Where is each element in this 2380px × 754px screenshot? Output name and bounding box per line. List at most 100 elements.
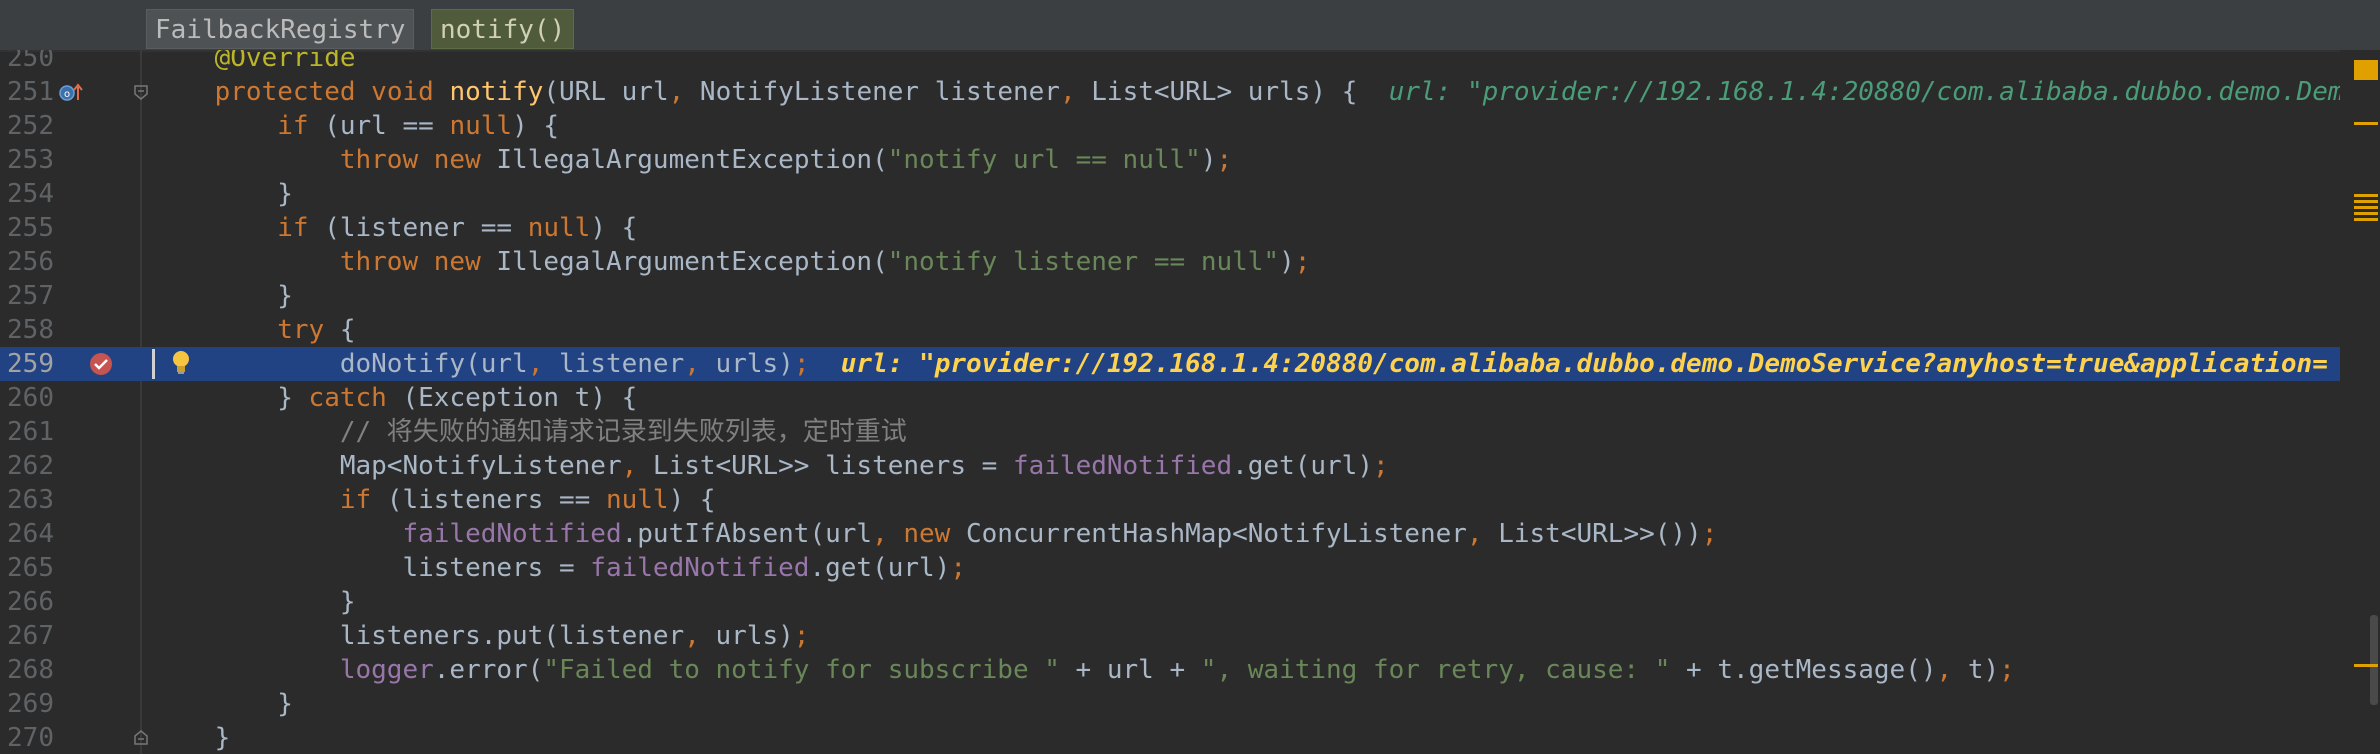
code-line[interactable]: 251 protected void notify(URL url, Notif…	[0, 75, 2380, 109]
error-stripe-marker[interactable]	[2354, 200, 2378, 203]
line-number[interactable]: 260	[0, 381, 54, 415]
code-line[interactable]: 252 if (url == null) {	[0, 109, 2380, 143]
code-token: (url ==	[308, 111, 450, 141]
code-token: null	[527, 213, 591, 243]
code-line[interactable]: 260 } catch (Exception t) {	[0, 381, 2380, 415]
code-text[interactable]: if (listeners == null) {	[152, 483, 716, 517]
breakpoint-icon[interactable]	[88, 351, 114, 381]
code-text[interactable]: }	[152, 585, 356, 619]
code-text[interactable]: }	[152, 279, 293, 313]
line-number[interactable]: 268	[0, 653, 54, 687]
code-line[interactable]: 264 failedNotified.putIfAbsent(url, new …	[0, 517, 2380, 551]
code-line[interactable]: 270 }	[0, 721, 2380, 754]
code-token: }	[152, 383, 309, 413]
code-text[interactable]: @Override	[152, 50, 356, 75]
code-line[interactable]: 268 logger.error("Failed to notify for s…	[0, 653, 2380, 687]
code-line[interactable]: 261 // 将失败的通知请求记录到失败列表，定时重试	[0, 415, 2380, 449]
line-number[interactable]: 266	[0, 585, 54, 619]
code-token: ) {	[512, 111, 560, 141]
code-text[interactable]: listeners = failedNotified.get(url);	[152, 551, 966, 585]
code-text[interactable]: failedNotified.putIfAbsent(url, new Conc…	[152, 517, 1717, 551]
code-text[interactable]: Map<NotifyListener, List<URL>> listeners…	[152, 449, 1389, 483]
scrollbar-thumb[interactable]	[2370, 615, 2378, 705]
code-token: ,	[684, 349, 700, 379]
code-line[interactable]: 250 @Override	[0, 50, 2380, 75]
code-text[interactable]: throw new IllegalArgumentException("noti…	[152, 143, 1232, 177]
code-text[interactable]: } catch (Exception t) {	[152, 381, 637, 415]
code-text[interactable]: logger.error("Failed to notify for subsc…	[152, 653, 2015, 687]
line-number[interactable]: 270	[0, 721, 54, 754]
line-number[interactable]: 261	[0, 415, 54, 449]
error-stripe-marker[interactable]	[2354, 664, 2378, 667]
error-stripe-marker[interactable]	[2354, 194, 2378, 197]
code-text[interactable]: if (url == null) {	[152, 109, 559, 143]
code-token: notify	[449, 77, 544, 107]
code-token: failedNotified	[1012, 451, 1233, 481]
line-number[interactable]: 257	[0, 279, 54, 313]
line-number[interactable]: 251	[0, 75, 54, 109]
error-stripe-marker[interactable]	[2354, 122, 2378, 125]
line-number[interactable]: 250	[0, 50, 54, 75]
code-text[interactable]: doNotify(url, listener, urls); url: "pro…	[152, 347, 2328, 381]
line-number[interactable]: 252	[0, 109, 54, 143]
error-stripe-marker[interactable]	[2354, 218, 2378, 221]
code-text[interactable]: protected void notify(URL url, NotifyLis…	[152, 75, 2380, 109]
line-number[interactable]: 253	[0, 143, 54, 177]
line-number[interactable]: 255	[0, 211, 54, 245]
line-number[interactable]: 265	[0, 551, 54, 585]
line-number[interactable]: 264	[0, 517, 54, 551]
code-line[interactable]: 255 if (listener == null) {	[0, 211, 2380, 245]
code-line[interactable]: 258 try {	[0, 313, 2380, 347]
code-line[interactable]: 265 listeners = failedNotified.get(url);	[0, 551, 2380, 585]
error-stripe-marker[interactable]	[2354, 212, 2378, 215]
code-text[interactable]: if (listener == null) {	[152, 211, 637, 245]
code-token: ", waiting for retry, cause: "	[1200, 655, 1671, 685]
code-line[interactable]: 254 }	[0, 177, 2380, 211]
code-text[interactable]: }	[152, 721, 231, 754]
code-line[interactable]: 267 listeners.put(listener, urls);	[0, 619, 2380, 653]
code-line[interactable]: 263 if (listeners == null) {	[0, 483, 2380, 517]
fold-icon[interactable]	[132, 729, 150, 751]
code-line[interactable]: 262 Map<NotifyListener, List<URL>> liste…	[0, 449, 2380, 483]
code-line[interactable]: 257 }	[0, 279, 2380, 313]
code-token: if	[277, 111, 309, 141]
code-editor[interactable]: 250 @Override 251 protected void notify(U…	[0, 50, 2380, 754]
error-stripe-marker[interactable]	[2354, 206, 2378, 209]
line-number[interactable]: 254	[0, 177, 54, 211]
code-text[interactable]: }	[152, 177, 293, 211]
code-text[interactable]: try {	[152, 313, 355, 347]
line-number[interactable]: 262	[0, 449, 54, 483]
code-text[interactable]: }	[152, 687, 293, 721]
lightbulb-icon[interactable]	[170, 349, 192, 381]
line-number[interactable]: 269	[0, 687, 54, 721]
override-up-arrow-icon[interactable]: o	[58, 80, 86, 108]
code-line[interactable]: 266 }	[0, 585, 2380, 619]
line-number[interactable]: 259	[0, 347, 54, 381]
breadcrumb-method[interactable]: notify()	[431, 9, 575, 49]
breadcrumb-class[interactable]: FailbackRegistry	[146, 9, 415, 49]
code-line[interactable]: 253 throw new IllegalArgumentException("…	[0, 143, 2380, 177]
code-line[interactable]: 269 }	[0, 687, 2380, 721]
code-token: throw	[339, 145, 419, 175]
code-text[interactable]: listeners.put(listener, urls);	[152, 619, 810, 653]
code-text[interactable]: // 将失败的通知请求记录到失败列表，定时重试	[152, 415, 907, 449]
code-text[interactable]: throw new IllegalArgumentException("noti…	[152, 245, 1311, 279]
line-number[interactable]: 258	[0, 313, 54, 347]
code-line[interactable]: 256 throw new IllegalArgumentException("…	[0, 245, 2380, 279]
line-number[interactable]: 267	[0, 619, 54, 653]
editor-scrollbar[interactable]	[2340, 50, 2380, 754]
error-stripe-marker[interactable]	[2354, 60, 2378, 80]
line-number[interactable]: 256	[0, 245, 54, 279]
code-token: ,	[1059, 77, 1076, 107]
code-token: doNotify(url	[152, 349, 528, 379]
fold-icon[interactable]	[132, 83, 150, 105]
line-number[interactable]: 263	[0, 483, 54, 517]
code-token: List<URL> urls) {	[1075, 77, 1389, 107]
current-execution-line[interactable]: 259 doNotify(url, listener, urls); url: …	[0, 347, 2380, 381]
